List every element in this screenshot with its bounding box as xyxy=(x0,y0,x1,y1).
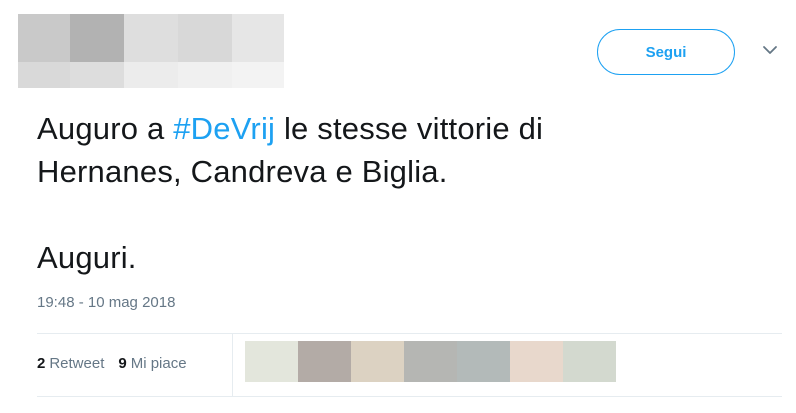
like-count: 9 xyxy=(118,355,127,372)
tweet-line-3: Auguri. xyxy=(37,240,137,275)
author-blurred-block[interactable] xyxy=(18,14,284,88)
pixel-block xyxy=(124,62,178,88)
pixel-block xyxy=(18,14,70,62)
retweet-stat[interactable]: 2 Retweet xyxy=(37,355,104,372)
like-stat[interactable]: 9 Mi piace xyxy=(118,355,186,372)
chevron-down-icon[interactable] xyxy=(762,43,778,57)
pixel-block xyxy=(124,14,178,62)
tweet-stats: 2 Retweet 9 Mi piace xyxy=(37,355,201,372)
divider-bottom xyxy=(37,396,782,397)
follow-button[interactable]: Segui xyxy=(597,29,735,75)
pixel-block xyxy=(178,14,232,62)
liker-avatar[interactable] xyxy=(351,341,404,382)
liker-avatars xyxy=(245,341,616,382)
liker-avatar[interactable] xyxy=(563,341,616,382)
retweet-count: 2 xyxy=(37,355,46,372)
tweet-timestamp[interactable]: 19:48 - 10 mag 2018 xyxy=(37,294,175,311)
tweet-line-2: Hernanes, Candreva e Biglia. xyxy=(37,154,448,189)
tweet-text-segment: le stesse vittorie di xyxy=(275,111,544,146)
divider-top xyxy=(37,333,782,334)
tweet-text: Auguro a #DeVrij le stesse vittorie di H… xyxy=(37,107,757,279)
liker-avatar[interactable] xyxy=(245,341,298,382)
stats-separator xyxy=(232,334,233,396)
liker-avatar[interactable] xyxy=(457,341,510,382)
tweet-text-segment: Auguro a xyxy=(37,111,174,146)
hashtag-link[interactable]: #DeVrij xyxy=(173,111,275,146)
pixel-block xyxy=(178,62,232,88)
retweet-label: Retweet xyxy=(49,355,105,372)
pixel-block xyxy=(232,14,284,62)
tweet-line-1: Auguro a #DeVrij le stesse vittorie di xyxy=(37,107,757,150)
pixel-block xyxy=(70,14,124,62)
liker-avatar[interactable] xyxy=(404,341,457,382)
tweet-card: Segui Auguro a #DeVrij le stesse vittori… xyxy=(0,0,796,413)
pixel-block xyxy=(232,62,284,88)
like-label: Mi piace xyxy=(130,355,187,372)
liker-avatar[interactable] xyxy=(510,341,563,382)
liker-avatar[interactable] xyxy=(298,341,351,382)
pixel-block xyxy=(18,62,70,88)
pixel-block xyxy=(70,62,124,88)
